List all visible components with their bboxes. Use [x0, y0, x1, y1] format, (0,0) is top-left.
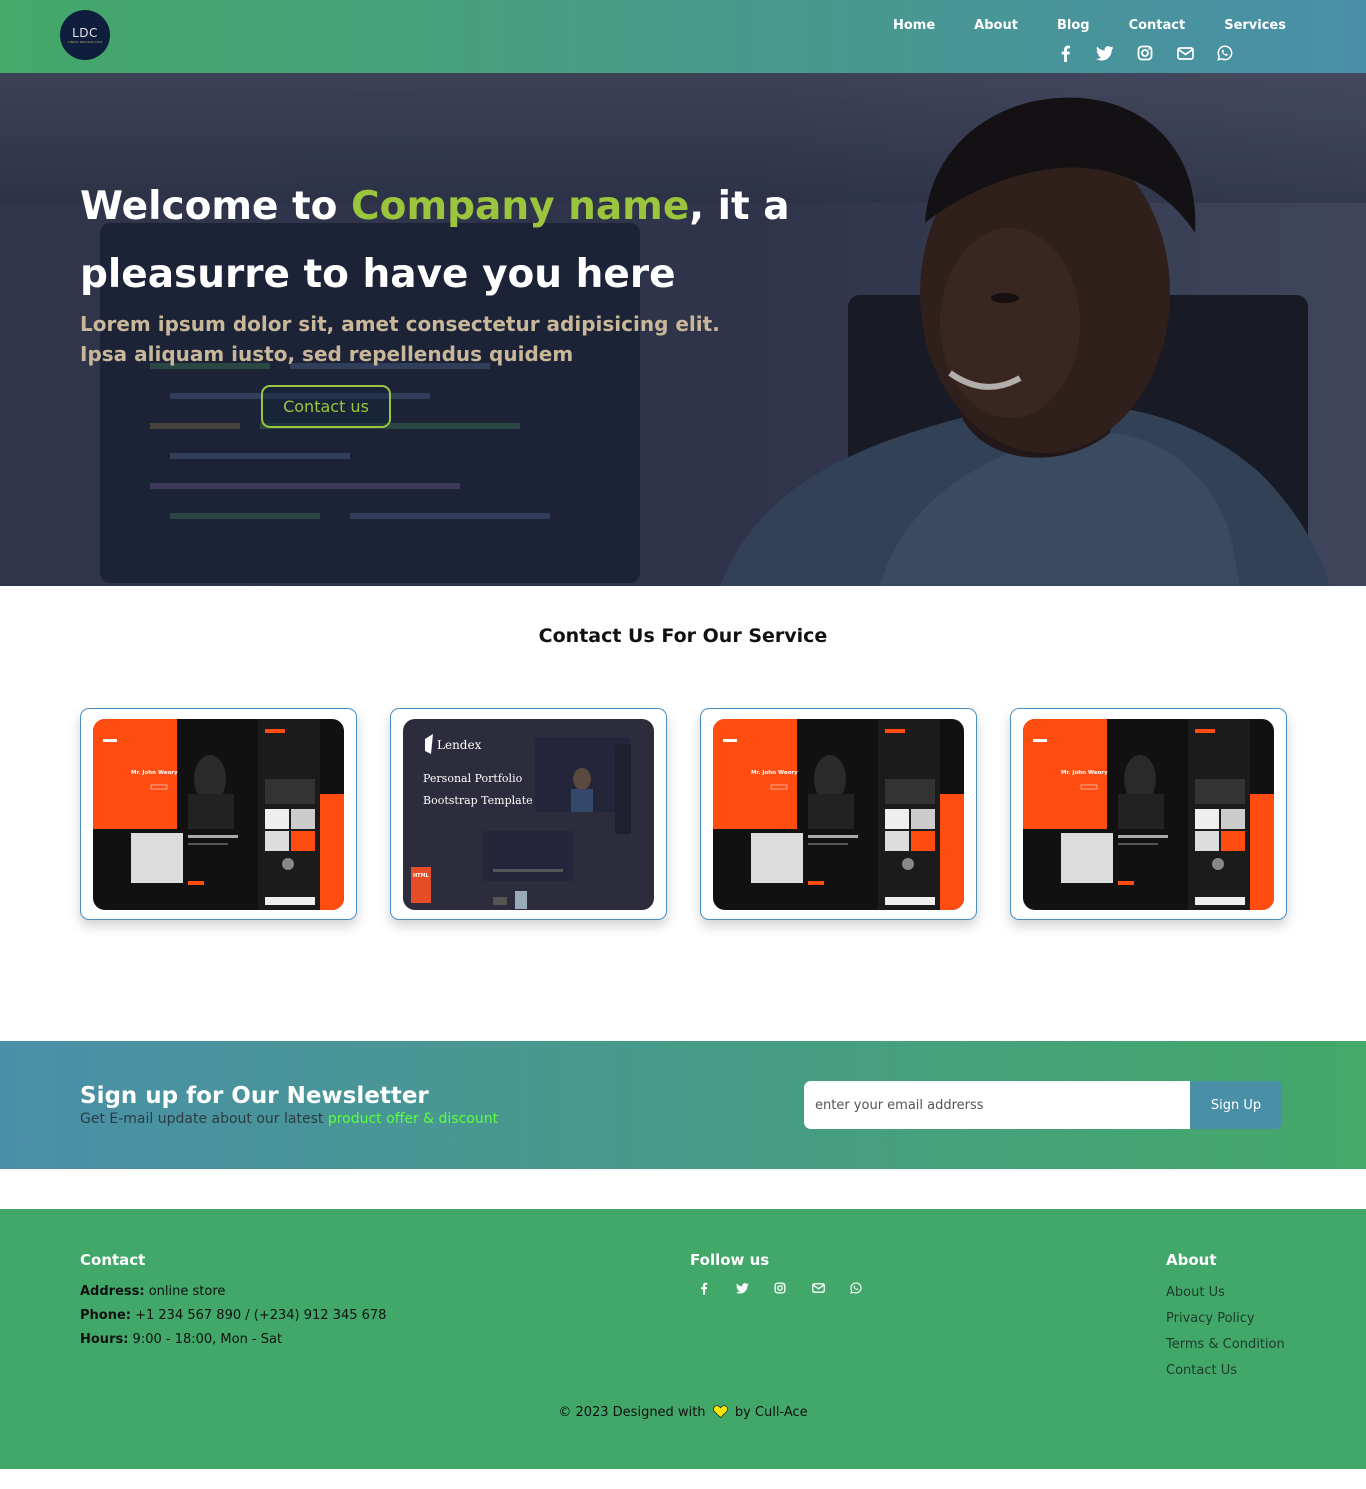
- contact-us-button[interactable]: Contact us: [261, 385, 391, 428]
- newsletter-section: Sign up for Our Newsletter Get E-mail up…: [0, 1041, 1366, 1169]
- footer-social-links: [690, 1280, 864, 1296]
- service-thumbnail: Mr. John Weory: [93, 719, 344, 910]
- services-title: Contact Us For Our Service: [538, 625, 828, 647]
- svg-text:Lendex: Lendex: [437, 738, 482, 752]
- heart-icon: [712, 1405, 728, 1422]
- service-card[interactable]: Mr. John Weory: [1010, 708, 1287, 920]
- whatsapp-icon[interactable]: [1216, 44, 1234, 62]
- footer-follow-heading: Follow us: [690, 1251, 770, 1269]
- newsletter-title: Sign up for Our Newsletter: [80, 1083, 429, 1109]
- svg-text:Mr. John Weory: Mr. John Weory: [751, 770, 798, 776]
- facebook-icon[interactable]: [1056, 44, 1074, 62]
- service-card[interactable]: Lendex Personal Portfolio Bootstrap Temp…: [390, 708, 667, 920]
- footer-about-heading: About: [1166, 1251, 1217, 1269]
- facebook-icon[interactable]: [696, 1280, 712, 1296]
- site-footer: Contact Address: online store Phone: +1 …: [0, 1209, 1366, 1469]
- service-card[interactable]: Mr. John Weory: [80, 708, 357, 920]
- svg-text:HTML: HTML: [413, 873, 430, 879]
- footer-link-privacy-policy[interactable]: Privacy Policy: [1166, 1306, 1285, 1332]
- copyright: © 2023 Designed with by Cull-Ace: [558, 1405, 808, 1422]
- footer-about: About About Us Privacy Policy Terms & Co…: [1166, 1251, 1285, 1384]
- hero-text: Welcome to Company name, it a pleasurre …: [80, 173, 840, 369]
- service-card[interactable]: Mr. John Weory: [700, 708, 977, 920]
- whatsapp-icon[interactable]: [848, 1280, 864, 1296]
- svg-text:Bootstrap Template: Bootstrap Template: [423, 794, 533, 807]
- logo[interactable]: LDC LINDA DESIGN.COM: [60, 10, 110, 60]
- service-thumbnail: Mr. John Weory: [1023, 719, 1274, 910]
- sign-up-button[interactable]: Sign Up: [1190, 1081, 1282, 1129]
- instagram-icon[interactable]: [772, 1280, 788, 1296]
- newsletter-email-input[interactable]: [804, 1081, 1190, 1129]
- footer-link-terms[interactable]: Terms & Condition: [1166, 1332, 1285, 1358]
- twitter-icon[interactable]: [734, 1280, 750, 1296]
- footer-contact: Contact Address: online store Phone: +1 …: [80, 1251, 386, 1352]
- header-social-links: [1056, 44, 1234, 62]
- hero-subtitle: Lorem ipsum dolor sit, amet consectetur …: [80, 312, 720, 366]
- footer-hours: Hours: 9:00 - 18:00, Mon - Sat: [80, 1332, 283, 1347]
- site-header: LDC LINDA DESIGN.COM Home About Blog Con…: [0, 0, 1366, 73]
- service-cards: Mr. John Weory Lendex Personal Portfolio…: [80, 708, 1287, 920]
- service-thumbnail: Mr. John Weory: [713, 719, 964, 910]
- nav-contact[interactable]: Contact: [1129, 18, 1186, 33]
- logo-tagline: LINDA DESIGN.COM: [67, 39, 103, 44]
- footer-contact-heading: Contact: [80, 1251, 146, 1269]
- logo-text: LDC: [72, 25, 98, 40]
- nav-about[interactable]: About: [974, 18, 1018, 33]
- instagram-icon[interactable]: [1136, 44, 1154, 62]
- newsletter-highlight: product offer & discount: [327, 1111, 499, 1127]
- footer-follow: Follow us: [690, 1251, 864, 1296]
- service-thumbnail: Lendex Personal Portfolio Bootstrap Temp…: [403, 719, 654, 910]
- footer-address: Address: online store: [80, 1284, 226, 1299]
- footer-phone: Phone: +1 234 567 890 / (+234) 912 345 6…: [80, 1308, 387, 1323]
- footer-link-about-us[interactable]: About Us: [1166, 1280, 1285, 1306]
- svg-text:Mr. John Weory: Mr. John Weory: [131, 770, 178, 776]
- nav-blog[interactable]: Blog: [1057, 18, 1090, 33]
- newsletter-form: Sign Up: [804, 1081, 1282, 1129]
- hero-title: Welcome to Company name, it a pleasurre …: [80, 184, 790, 297]
- footer-link-contact-us[interactable]: Contact Us: [1166, 1358, 1285, 1384]
- company-name: Company name: [351, 184, 690, 229]
- nav-home[interactable]: Home: [893, 18, 935, 33]
- mail-icon[interactable]: [810, 1280, 826, 1296]
- twitter-icon[interactable]: [1096, 44, 1114, 62]
- mail-icon[interactable]: [1176, 44, 1194, 62]
- svg-text:Mr. John Weory: Mr. John Weory: [1061, 770, 1108, 776]
- nav-services[interactable]: Services: [1224, 18, 1286, 33]
- newsletter-subtitle: Get E-mail update about our latest produ…: [80, 1111, 499, 1127]
- hero-section: Welcome to Company name, it a pleasurre …: [0, 73, 1366, 586]
- main-nav: Home About Blog Contact Services: [893, 18, 1286, 33]
- svg-text:Personal Portfolio: Personal Portfolio: [423, 772, 523, 785]
